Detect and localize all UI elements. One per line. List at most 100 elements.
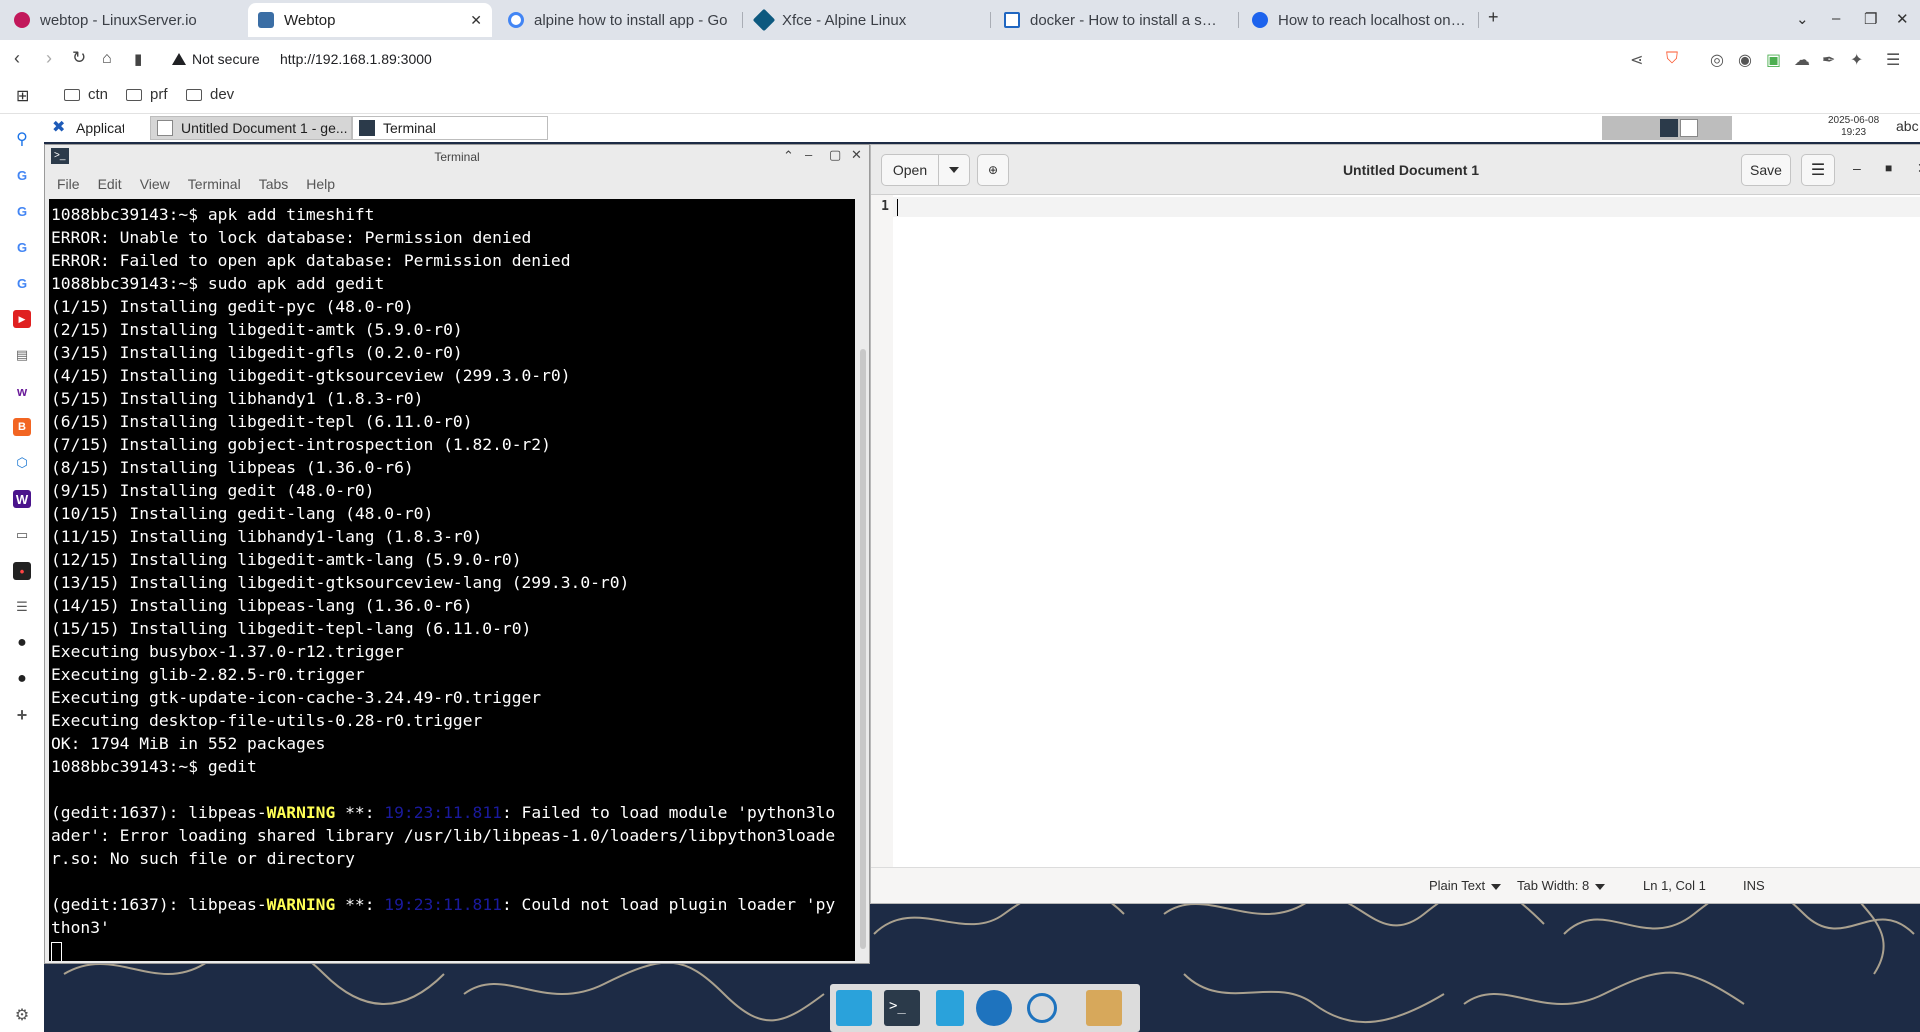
app-finder-magnifier-icon[interactable]	[1027, 993, 1057, 1023]
workspace-pager[interactable]	[1602, 116, 1732, 140]
back-arrow-icon[interactable]: ‹	[14, 48, 20, 69]
home-folder-icon[interactable]	[1086, 990, 1122, 1026]
terminal-output[interactable]: 1088bbc39143:~$ apk add timeshift ERROR:…	[49, 199, 855, 961]
bookmark-icon[interactable]: ▮	[134, 50, 142, 68]
chat-icon[interactable]: ▭	[13, 526, 31, 544]
pdf-icon[interactable]: ▣	[1766, 50, 1781, 70]
terminal-line: thon3'	[51, 918, 110, 937]
file-manager-icon[interactable]	[936, 990, 964, 1026]
text-editor-icon	[157, 120, 173, 136]
menu-view[interactable]: View	[140, 176, 170, 192]
cloud-icon[interactable]: ☁	[1794, 50, 1810, 70]
menu-tabs[interactable]: Tabs	[259, 176, 289, 192]
menu-edit[interactable]: Edit	[98, 176, 122, 192]
browser-tab-xfce-alpine[interactable]: Xfce - Alpine Linux	[746, 3, 986, 37]
list-icon[interactable]: ☰	[13, 598, 31, 616]
maximize-icon[interactable]: ▢	[829, 147, 841, 163]
globe-icon[interactable]: ●	[13, 634, 31, 652]
chevron-down-icon	[949, 167, 959, 173]
w-site-icon[interactable]: w	[13, 382, 31, 400]
w-app-icon[interactable]: W	[13, 490, 31, 508]
terminal-titlebar[interactable]: >_ Terminal ⌃ – ▢ ✕	[45, 145, 869, 169]
globe-icon[interactable]: ●	[13, 670, 31, 688]
browser-tab-docker-stackoverflow[interactable]: docker - How to install a spec	[994, 3, 1234, 37]
brave-shields-icon[interactable]: ⛉	[1666, 50, 1678, 68]
gedit-headerbar[interactable]: Open ⊕ Untitled Document 1 Save ☰ – ■ ✕	[871, 145, 1920, 195]
settings-gear-icon[interactable]: ⚙	[13, 1006, 31, 1024]
language-selector[interactable]: Plain Text	[1429, 878, 1502, 893]
shade-chevron-up-icon[interactable]: ⌃	[783, 148, 794, 164]
terminal-line: (5/15) Installing libhandy1 (1.8.3-r0)	[51, 389, 424, 408]
minimize-icon[interactable]: –	[805, 147, 812, 162]
extension-icon[interactable]: ◎	[1710, 50, 1724, 70]
taskbar-item-terminal[interactable]: Terminal	[352, 116, 548, 140]
taskbar-item-gedit[interactable]: Untitled Document 1 - ge...	[150, 116, 352, 140]
save-button[interactable]: Save	[1741, 154, 1791, 186]
forward-arrow-icon[interactable]: ›	[46, 48, 52, 69]
open-recent-dropdown[interactable]	[938, 154, 970, 186]
hexagon-icon[interactable]: ⬡	[13, 454, 31, 472]
bookmark-folder-dev[interactable]: dev	[186, 86, 234, 103]
add-icon[interactable]: +	[13, 705, 31, 725]
blogger-icon[interactable]: B	[13, 418, 31, 436]
minimize-icon[interactable]: –	[1853, 160, 1861, 176]
applications-menu[interactable]: ✖ Applications	[46, 116, 124, 140]
terminal-launcher-icon[interactable]: >_	[884, 990, 920, 1026]
open-button[interactable]: Open	[881, 154, 939, 186]
bookmark-folder-prf[interactable]: prf	[126, 86, 168, 103]
web-browser-globe-icon[interactable]	[976, 990, 1012, 1026]
keyboard-layout[interactable]: abc	[1896, 118, 1919, 134]
close-window-icon[interactable]: ✕	[1896, 10, 1909, 28]
menu-file[interactable]: File	[57, 176, 80, 192]
tab-width-selector[interactable]: Tab Width: 8	[1517, 878, 1606, 893]
google-icon[interactable]: G	[13, 202, 31, 220]
browser-tab-webtop[interactable]: Webtop ✕	[248, 3, 492, 37]
xfce-mouse-icon: ✖	[52, 119, 66, 136]
google-icon[interactable]: G	[13, 166, 31, 184]
new-tab-button[interactable]: +	[1488, 7, 1499, 28]
menu-icon[interactable]: ☰	[1886, 50, 1900, 70]
security-indicator[interactable]: Not secure	[172, 51, 260, 67]
xfce-dock: >_	[830, 984, 1140, 1032]
show-desktop-icon[interactable]	[836, 990, 872, 1026]
home-icon[interactable]: ⌂	[102, 50, 112, 68]
document-icon[interactable]: ▤	[13, 346, 31, 364]
menu-terminal[interactable]: Terminal	[188, 176, 241, 192]
maximize-icon[interactable]: ■	[1885, 161, 1892, 175]
camera-icon[interactable]: ◉	[1738, 50, 1752, 70]
dropper-icon[interactable]: ✒	[1822, 50, 1835, 70]
terminal-line: 1088bbc39143:~$ sudo apk add gedit	[51, 274, 385, 293]
new-tab-document-button[interactable]: ⊕	[977, 154, 1009, 186]
restore-icon[interactable]: ❐	[1864, 10, 1877, 28]
tab-search-chevron-down-icon[interactable]: ⌄	[1796, 10, 1809, 28]
hamburger-menu-icon[interactable]: ☰	[1801, 154, 1835, 186]
reload-icon[interactable]: ↻	[72, 48, 86, 68]
scrollbar-thumb[interactable]	[860, 349, 866, 949]
share-icon[interactable]: ⋖	[1630, 50, 1643, 70]
search-icon[interactable]: ⚲	[13, 130, 31, 148]
terminal-line: (8/15) Installing libpeas (1.36.0-r6)	[51, 458, 414, 477]
panel-clock[interactable]: 2025-06-08 19:23	[1828, 115, 1879, 139]
menu-help[interactable]: Help	[306, 176, 335, 192]
close-icon[interactable]: ✕	[851, 147, 862, 163]
text-editor-area[interactable]	[893, 195, 1920, 867]
apps-grid-icon[interactable]: ⊞	[16, 86, 29, 106]
dots-app-icon[interactable]: •	[13, 562, 31, 580]
close-tab-icon[interactable]: ✕	[470, 12, 482, 29]
language-label: Plain Text	[1429, 878, 1486, 893]
youtube-icon[interactable]: ▶	[13, 310, 31, 328]
google-icon[interactable]: G	[13, 238, 31, 256]
clock-time: 19:23	[1841, 127, 1867, 138]
browser-tab-webtop-linuxserver[interactable]: webtop - LinuxServer.io	[4, 3, 244, 37]
bookmark-folder-ctn[interactable]: ctn	[64, 86, 108, 103]
google-icon[interactable]: G	[13, 274, 31, 292]
puzzle-icon[interactable]: ✦	[1850, 50, 1863, 70]
terminal-line: (15/15) Installing libgedit-tepl-lang (6…	[51, 619, 532, 638]
url-field[interactable]: http://192.168.1.89:3000	[280, 51, 432, 67]
terminal-scrollbar[interactable]	[857, 199, 869, 961]
tab-width-label: Tab Width: 8	[1517, 878, 1590, 893]
browser-tab-localhost-docker[interactable]: How to reach localhost on ho	[1242, 3, 1478, 37]
minimize-icon[interactable]: –	[1832, 10, 1840, 27]
browser-tab-google-search[interactable]: alpine how to install app - Go	[498, 3, 738, 37]
cursor-position[interactable]: Ln 1, Col 1	[1643, 878, 1706, 893]
